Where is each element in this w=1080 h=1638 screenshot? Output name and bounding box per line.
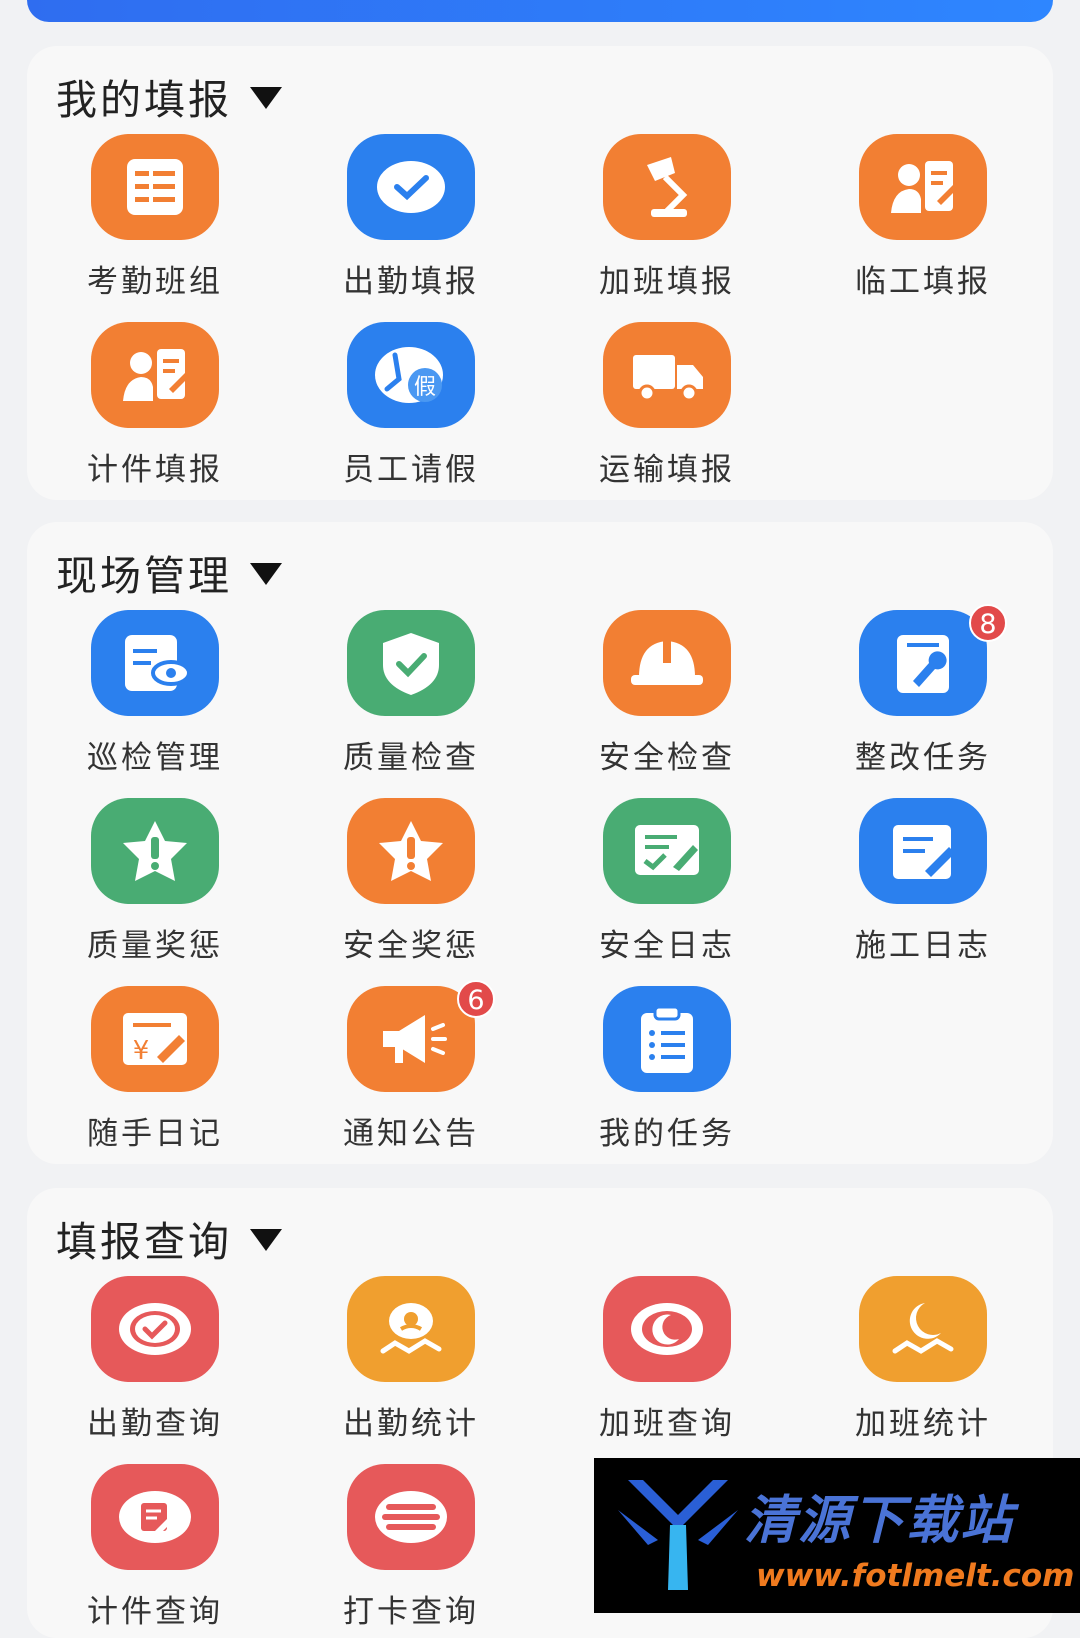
watermark-overlay: 清源下载站 www.fotlmelt.com (594, 1458, 1080, 1613)
check-circle-icon[interactable] (347, 134, 475, 240)
menu-item[interactable]: 临工填报 (795, 134, 1051, 306)
menu-item-label: 加班填报 (599, 264, 735, 300)
menu-item[interactable]: 加班查询 (539, 1276, 795, 1448)
moon-badge-icon[interactable] (603, 1276, 731, 1382)
menu-item-label: 加班统计 (855, 1406, 991, 1442)
menu-item-label: 加班查询 (599, 1406, 735, 1442)
section-header[interactable]: 我的填报 (56, 68, 282, 124)
menu-item[interactable]: 出勤统计 (283, 1276, 539, 1448)
note-badge-icon[interactable] (91, 1464, 219, 1570)
section-site-management: 现场管理 巡检管理 质量检查 安全检查 8 整改任务 质量奖惩 安全奖惩 安全日志… (27, 522, 1053, 1164)
menu-item-label: 运输填报 (599, 452, 735, 488)
menu-item-label: 计件查询 (87, 1594, 223, 1630)
truck-icon[interactable] (603, 322, 731, 428)
log-check-icon[interactable] (603, 798, 731, 904)
collapse-triangle-icon[interactable] (250, 87, 282, 109)
menu-item[interactable]: ¥ 随手日记 (27, 986, 283, 1158)
icon-grid: 考勤班组 出勤填报 加班填报 临工填报 计件填报 假员工请假 运输填报 (27, 134, 1053, 494)
desk-lamp-icon[interactable] (603, 134, 731, 240)
menu-item-label: 出勤统计 (343, 1406, 479, 1442)
menu-item[interactable]: 巡检管理 (27, 610, 283, 782)
menu-item[interactable]: 运输填报 (539, 322, 795, 494)
yen-note-icon[interactable]: ¥ (91, 986, 219, 1092)
watermark-url: www.fotlmelt.com (756, 1558, 1075, 1594)
menu-item[interactable]: 安全日志 (539, 798, 795, 970)
menu-item[interactable]: 出勤查询 (27, 1276, 283, 1448)
section-my-reports: 我的填报 考勤班组 出勤填报 加班填报 临工填报 计件填报 假员工请假 运输填报 (27, 46, 1053, 500)
menu-item-label: 质量奖惩 (87, 928, 223, 964)
clock-leave-icon[interactable]: 假 (347, 322, 475, 428)
moon-stat-icon[interactable] (859, 1276, 987, 1382)
wrench-doc-icon[interactable]: 8 (859, 604, 1007, 716)
menu-item-label: 通知公告 (343, 1116, 479, 1152)
check-badge-icon[interactable] (91, 1276, 219, 1382)
star-alert-icon[interactable] (91, 798, 219, 904)
section-title: 现场管理 (56, 552, 232, 600)
menu-badge-icon[interactable] (347, 1464, 475, 1570)
worker-form-icon[interactable] (91, 322, 219, 428)
menu-item[interactable]: 加班统计 (795, 1276, 1051, 1448)
menu-item[interactable]: 假员工请假 (283, 322, 539, 494)
menu-item-label: 安全奖惩 (343, 928, 479, 964)
menu-item[interactable]: 打卡查询 (283, 1464, 539, 1636)
top-banner (27, 0, 1053, 22)
menu-item[interactable]: 8 整改任务 (795, 604, 1051, 782)
icon-glyph-text: 假 (414, 375, 436, 400)
clipboard-list-icon[interactable] (603, 986, 731, 1092)
menu-item-label: 考勤班组 (87, 264, 223, 300)
menu-item-label: 随手日记 (87, 1116, 223, 1152)
section-header[interactable]: 填报查询 (56, 1210, 282, 1266)
svg-text:¥: ¥ (133, 1036, 150, 1066)
menu-item[interactable]: 质量检查 (283, 610, 539, 782)
collapse-triangle-icon[interactable] (250, 563, 282, 585)
menu-item-label: 员工请假 (343, 452, 479, 488)
watermark-logo-icon (618, 1480, 738, 1590)
menu-item[interactable]: 我的任务 (539, 986, 795, 1158)
menu-item-label: 质量检查 (343, 740, 479, 776)
menu-item[interactable]: 施工日志 (795, 798, 1051, 970)
section-title: 填报查询 (56, 1218, 232, 1266)
star-alert-icon[interactable] (347, 798, 475, 904)
notification-badge: 8 (969, 604, 1007, 642)
menu-item[interactable]: 质量奖惩 (27, 798, 283, 970)
watermark-title: 清源下载站 (744, 1491, 1015, 1551)
section-title: 我的填报 (56, 76, 232, 124)
menu-item[interactable]: 出勤填报 (283, 134, 539, 306)
roster-icon[interactable] (91, 134, 219, 240)
person-stat-icon[interactable] (347, 1276, 475, 1382)
menu-item[interactable]: 加班填报 (539, 134, 795, 306)
inspection-eye-icon[interactable] (91, 610, 219, 716)
menu-item-label: 出勤填报 (343, 264, 479, 300)
menu-item-label: 出勤查询 (87, 1406, 223, 1442)
notification-badge: 6 (457, 980, 495, 1018)
menu-item-label: 安全检查 (599, 740, 735, 776)
menu-item[interactable]: 计件查询 (27, 1464, 283, 1636)
menu-item-label: 打卡查询 (343, 1594, 479, 1630)
collapse-triangle-icon[interactable] (250, 1229, 282, 1251)
menu-item-label: 施工日志 (855, 928, 991, 964)
menu-item-label: 临工填报 (855, 264, 991, 300)
menu-item[interactable]: 计件填报 (27, 322, 283, 494)
megaphone-icon[interactable]: 6 (347, 980, 495, 1092)
menu-item[interactable]: 安全奖惩 (283, 798, 539, 970)
menu-item-label: 巡检管理 (87, 740, 223, 776)
menu-item[interactable]: 安全检查 (539, 610, 795, 782)
section-header[interactable]: 现场管理 (56, 544, 282, 600)
menu-item[interactable]: 6 通知公告 (283, 980, 539, 1158)
menu-item-label: 计件填报 (87, 452, 223, 488)
menu-item-label: 我的任务 (599, 1116, 735, 1152)
icon-grid: 巡检管理 质量检查 安全检查 8 整改任务 质量奖惩 安全奖惩 安全日志 施工日志… (27, 604, 1053, 1158)
menu-item-label: 整改任务 (855, 740, 991, 776)
hard-hat-icon[interactable] (603, 610, 731, 716)
menu-item-label: 安全日志 (599, 928, 735, 964)
menu-item[interactable]: 考勤班组 (27, 134, 283, 306)
shield-check-icon[interactable] (347, 610, 475, 716)
worker-form-icon[interactable] (859, 134, 987, 240)
doc-pen-icon[interactable] (859, 798, 987, 904)
